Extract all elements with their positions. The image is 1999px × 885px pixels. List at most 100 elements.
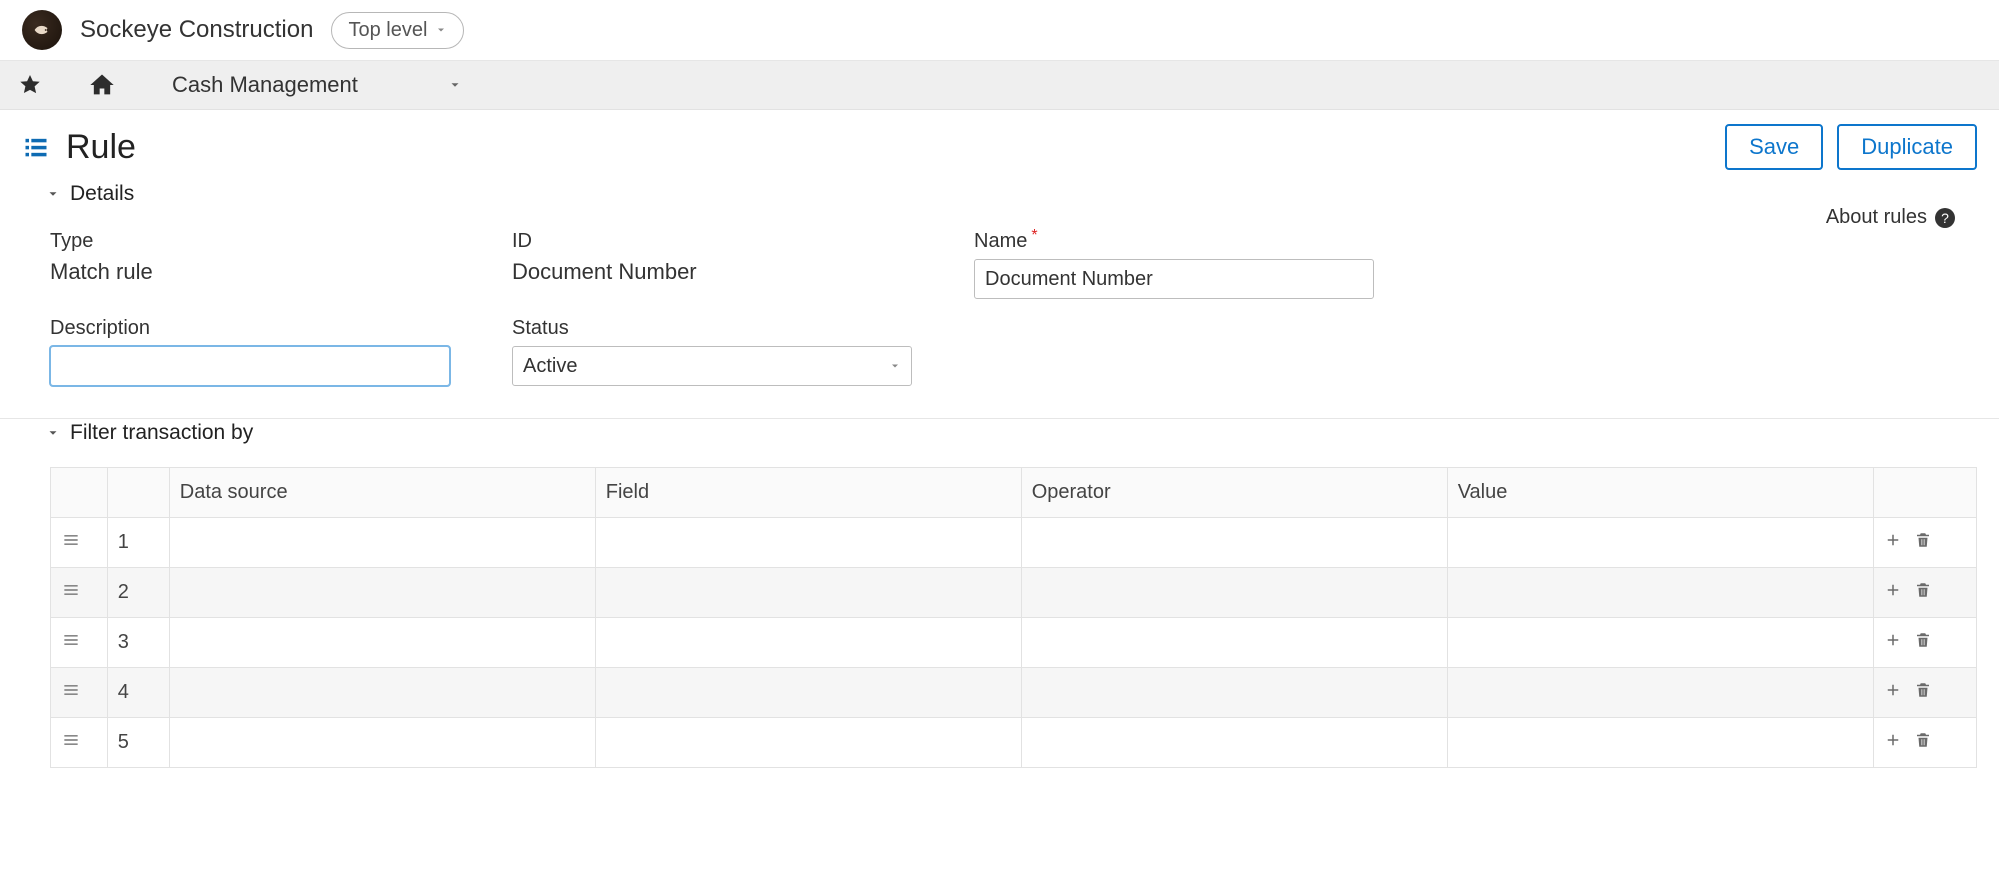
delete-row-icon[interactable] <box>1914 531 1932 549</box>
drag-handle-icon[interactable] <box>61 680 81 700</box>
operator-cell[interactable] <box>1021 568 1447 618</box>
drag-handle-icon[interactable] <box>61 530 81 550</box>
table-row: 2 <box>51 568 1977 618</box>
value-cell[interactable] <box>1447 518 1873 568</box>
company-logo <box>22 10 62 50</box>
field-cell[interactable] <box>595 518 1021 568</box>
level-selector-label: Top level <box>348 19 427 42</box>
drag-handle-icon[interactable] <box>61 580 81 600</box>
col-header-num <box>107 468 169 518</box>
status-select[interactable]: Active <box>512 346 912 386</box>
data-source-cell[interactable] <box>169 718 595 768</box>
status-value: Active <box>523 355 577 378</box>
field-cell[interactable] <box>595 668 1021 718</box>
drag-handle-icon[interactable] <box>61 630 81 650</box>
delete-row-icon[interactable] <box>1914 731 1932 749</box>
row-number: 3 <box>107 618 169 668</box>
brand-bar: Sockeye Construction Top level <box>0 0 1999 61</box>
description-input[interactable] <box>50 346 450 386</box>
fish-icon <box>31 19 53 41</box>
value-cell[interactable] <box>1447 718 1873 768</box>
drag-handle-icon[interactable] <box>61 730 81 750</box>
module-name: Cash Management <box>172 72 358 98</box>
col-header-data-source[interactable]: Data source <box>169 468 595 518</box>
row-number: 5 <box>107 718 169 768</box>
delete-row-icon[interactable] <box>1914 581 1932 599</box>
operator-cell[interactable] <box>1021 668 1447 718</box>
name-label: Name <box>974 230 1027 253</box>
id-value: Document Number <box>512 259 972 285</box>
filter-section-toggle[interactable]: Filter transaction by <box>46 421 1977 445</box>
table-row: 4 <box>51 668 1977 718</box>
level-selector[interactable]: Top level <box>331 12 464 49</box>
status-field: Status Active <box>512 317 972 386</box>
table-row: 1 <box>51 518 1977 568</box>
add-row-icon[interactable] <box>1884 531 1902 549</box>
filter-section-title: Filter transaction by <box>70 421 253 445</box>
about-rules-label: About rules <box>1826 206 1927 229</box>
delete-row-icon[interactable] <box>1914 631 1932 649</box>
filter-section: Filter transaction by Data source Field … <box>0 419 1999 776</box>
table-row: 3 <box>51 618 1977 668</box>
filter-table: Data source Field Operator Value 12345 <box>50 467 1977 768</box>
chevron-down-icon <box>435 24 447 36</box>
col-header-drag <box>51 468 108 518</box>
operator-cell[interactable] <box>1021 718 1447 768</box>
description-field: Description <box>50 317 510 386</box>
home-icon[interactable] <box>88 71 116 99</box>
favorite-star-icon[interactable] <box>18 73 42 97</box>
value-cell[interactable] <box>1447 618 1873 668</box>
company-name: Sockeye Construction <box>80 16 313 44</box>
row-number: 1 <box>107 518 169 568</box>
operator-cell[interactable] <box>1021 618 1447 668</box>
details-section: Details About rules ? Type Match rule ID… <box>0 180 1999 419</box>
value-cell[interactable] <box>1447 668 1873 718</box>
id-label: ID <box>512 230 972 253</box>
details-section-title: Details <box>70 182 134 206</box>
name-input[interactable] <box>974 259 1374 299</box>
data-source-cell[interactable] <box>169 518 595 568</box>
data-source-cell[interactable] <box>169 568 595 618</box>
add-row-icon[interactable] <box>1884 631 1902 649</box>
chevron-down-icon <box>46 426 60 440</box>
type-field: Type Match rule <box>50 230 510 299</box>
table-row: 5 <box>51 718 1977 768</box>
data-source-cell[interactable] <box>169 618 595 668</box>
about-rules-link[interactable]: About rules ? <box>1826 206 1955 229</box>
description-label: Description <box>50 317 510 340</box>
field-cell[interactable] <box>595 718 1021 768</box>
required-indicator: * <box>1031 228 1037 244</box>
row-number: 2 <box>107 568 169 618</box>
field-cell[interactable] <box>595 568 1021 618</box>
details-section-toggle[interactable]: Details <box>46 182 1977 206</box>
name-field: Name * <box>974 230 1434 299</box>
list-icon[interactable] <box>22 133 50 161</box>
save-button[interactable]: Save <box>1725 124 1823 170</box>
col-header-field[interactable]: Field <box>595 468 1021 518</box>
row-number: 4 <box>107 668 169 718</box>
module-selector[interactable]: Cash Management <box>172 72 462 98</box>
page-header: Rule Save Duplicate <box>0 110 1999 180</box>
col-header-operator[interactable]: Operator <box>1021 468 1447 518</box>
col-header-actions <box>1873 468 1976 518</box>
delete-row-icon[interactable] <box>1914 681 1932 699</box>
chevron-down-icon <box>46 187 60 201</box>
field-cell[interactable] <box>595 618 1021 668</box>
chevron-down-icon <box>448 78 462 92</box>
id-field: ID Document Number <box>512 230 972 299</box>
operator-cell[interactable] <box>1021 518 1447 568</box>
value-cell[interactable] <box>1447 568 1873 618</box>
duplicate-button[interactable]: Duplicate <box>1837 124 1977 170</box>
type-value: Match rule <box>50 259 510 285</box>
type-label: Type <box>50 230 510 253</box>
help-icon: ? <box>1935 208 1955 228</box>
col-header-value[interactable]: Value <box>1447 468 1873 518</box>
data-source-cell[interactable] <box>169 668 595 718</box>
add-row-icon[interactable] <box>1884 681 1902 699</box>
module-bar: Cash Management <box>0 61 1999 110</box>
add-row-icon[interactable] <box>1884 731 1902 749</box>
page-title: Rule <box>66 128 136 167</box>
chevron-down-icon <box>889 360 901 372</box>
add-row-icon[interactable] <box>1884 581 1902 599</box>
status-label: Status <box>512 317 972 340</box>
